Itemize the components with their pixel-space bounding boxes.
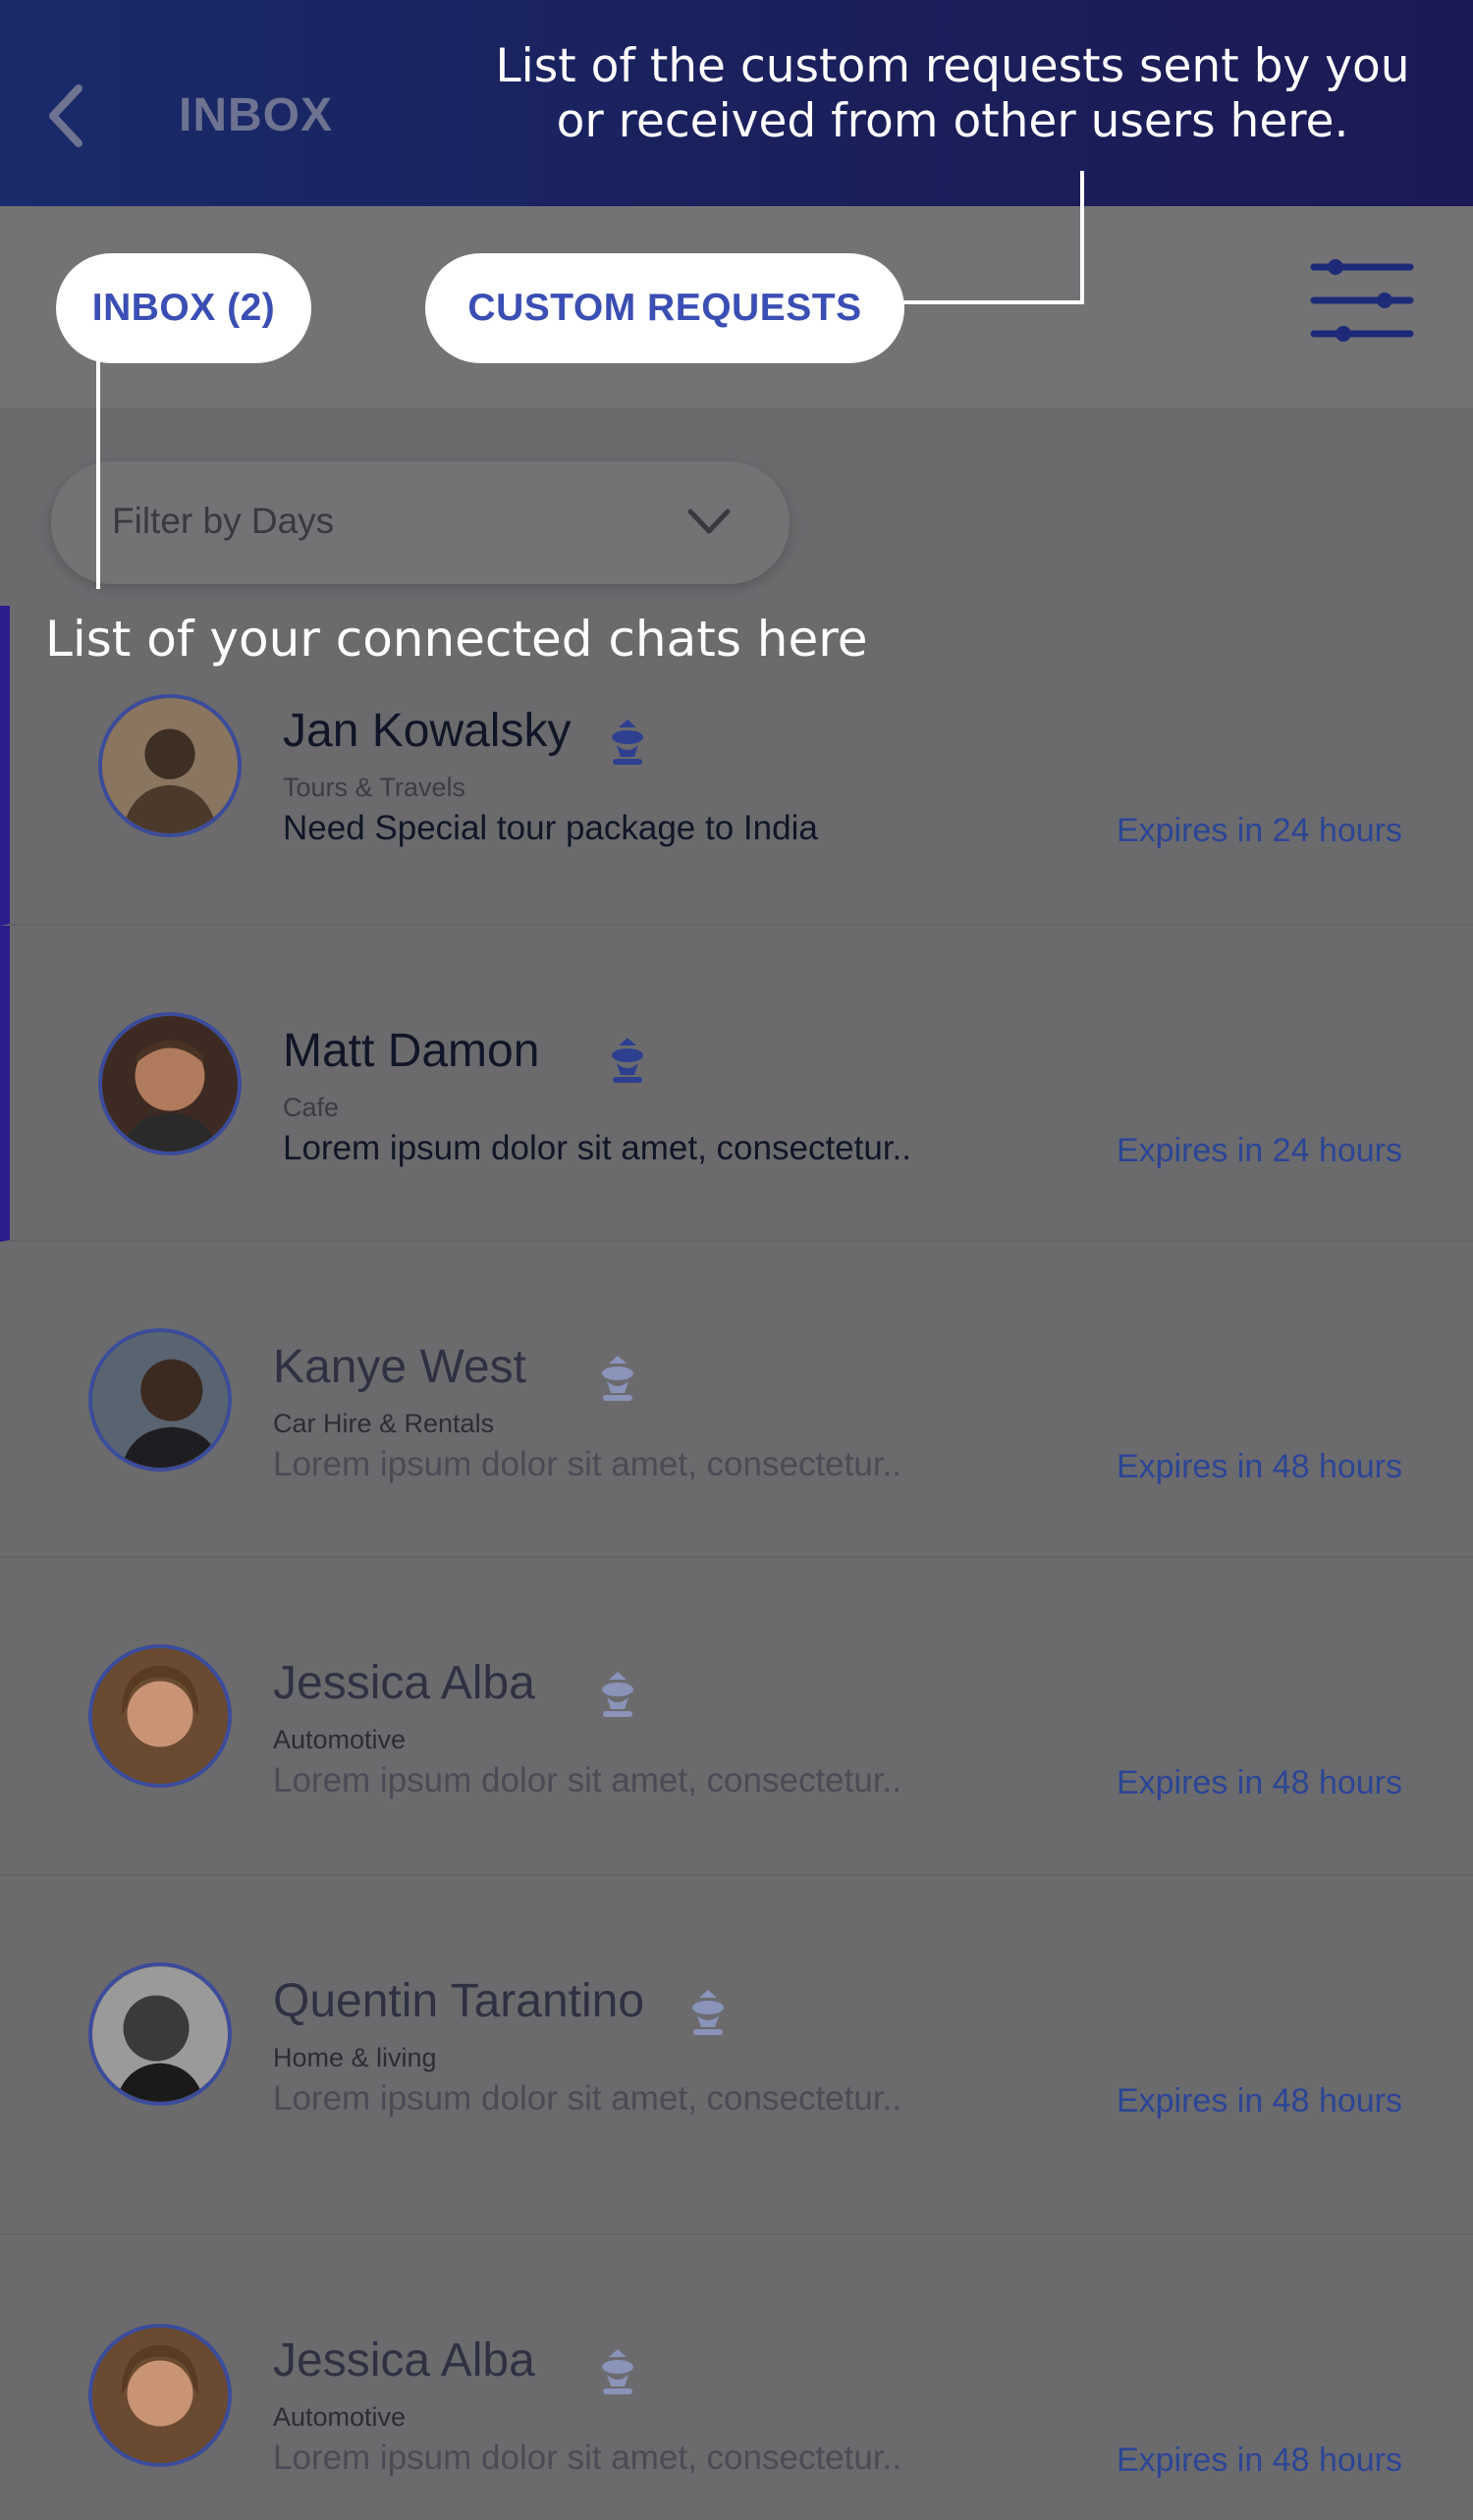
chat-message: Lorem ipsum dolor sit amet, consectetur.… bbox=[273, 2079, 901, 2118]
chat-expiry: Expires in 48 hours bbox=[1116, 2441, 1402, 2479]
annotation-line-2: or received from other users here. bbox=[556, 94, 1349, 148]
chat-category: Car Hire & Rentals bbox=[273, 1409, 495, 1438]
chess-piece-icon bbox=[602, 1672, 633, 1717]
annotation-line-1: List of the custom requests sent by you bbox=[495, 39, 1410, 93]
annotation-connector bbox=[899, 300, 1084, 304]
chat-expiry: Expires in 24 hours bbox=[1116, 812, 1402, 849]
chevron-left-icon[interactable] bbox=[41, 80, 92, 151]
chat-name: Quentin Tarantino bbox=[273, 1975, 645, 2027]
chat-row[interactable]: Jessica Alba Automotive Lorem ipsum dolo… bbox=[0, 2235, 1473, 2520]
chat-category: Tours & Travels bbox=[283, 773, 466, 802]
chess-piece-icon bbox=[612, 720, 643, 765]
filter-by-days-dropdown[interactable]: Filter by Days bbox=[51, 461, 790, 584]
chat-expiry: Expires in 48 hours bbox=[1116, 1764, 1402, 1801]
annotation-custom-requests: List of the custom requests sent by you … bbox=[462, 39, 1444, 149]
annotation-connector bbox=[96, 358, 100, 589]
chess-piece-icon bbox=[612, 1038, 643, 1083]
avatar bbox=[98, 1012, 242, 1155]
chat-row[interactable]: Jessica Alba Automotive Lorem ipsum dolo… bbox=[0, 1558, 1473, 1876]
chat-name: Kanye West bbox=[273, 1341, 526, 1393]
chat-expiry: Expires in 24 hours bbox=[1116, 1132, 1402, 1169]
chat-category: Automotive bbox=[273, 1725, 407, 1754]
avatar bbox=[88, 1962, 232, 2106]
chess-piece-icon bbox=[602, 2349, 633, 2394]
annotation-connector bbox=[1080, 171, 1084, 304]
chat-expiry: Expires in 48 hours bbox=[1116, 2082, 1402, 2119]
chat-message: Need Special tour package to India bbox=[283, 809, 818, 847]
chat-message: Lorem ipsum dolor sit amet, consectetur.… bbox=[273, 1761, 901, 1799]
chat-row[interactable]: Matt Damon Cafe Lorem ipsum dolor sit am… bbox=[0, 926, 1473, 1242]
avatar bbox=[88, 2324, 232, 2467]
chess-piece-icon bbox=[692, 1990, 724, 2035]
avatar bbox=[88, 1328, 232, 1472]
chat-row[interactable]: Quentin Tarantino Home & living Lorem ip… bbox=[0, 1876, 1473, 2235]
avatar bbox=[88, 1644, 232, 1788]
chat-message: Lorem ipsum dolor sit amet, consectetur.… bbox=[283, 1129, 911, 1167]
tab-custom-requests[interactable]: CUSTOM REQUESTS bbox=[425, 253, 904, 363]
avatar bbox=[98, 694, 242, 837]
chevron-down-icon bbox=[687, 509, 731, 534]
chat-name: Jessica Alba bbox=[273, 1657, 535, 1709]
chat-message: Lorem ipsum dolor sit amet, consectetur.… bbox=[273, 1445, 901, 1483]
chat-name: Jessica Alba bbox=[273, 2334, 535, 2386]
chat-name: Matt Damon bbox=[283, 1025, 540, 1077]
chat-row[interactable]: Kanye West Car Hire & Rentals Lorem ipsu… bbox=[0, 1242, 1473, 1558]
page-title: INBOX bbox=[179, 89, 334, 141]
chat-message: Lorem ipsum dolor sit amet, consectetur.… bbox=[273, 2439, 901, 2477]
chess-piece-icon bbox=[602, 1356, 633, 1401]
chat-expiry: Expires in 48 hours bbox=[1116, 1448, 1402, 1485]
chat-category: Home & living bbox=[273, 2043, 437, 2072]
tab-inbox[interactable]: INBOX (2) bbox=[56, 253, 311, 363]
chat-category: Cafe bbox=[283, 1093, 340, 1122]
chat-name: Jan Kowalsky bbox=[283, 705, 572, 757]
filter-label: Filter by Days bbox=[112, 501, 335, 541]
annotation-chats: List of your connected chats here bbox=[45, 611, 868, 668]
sliders-icon[interactable] bbox=[1308, 253, 1416, 348]
chat-category: Automotive bbox=[273, 2402, 407, 2432]
